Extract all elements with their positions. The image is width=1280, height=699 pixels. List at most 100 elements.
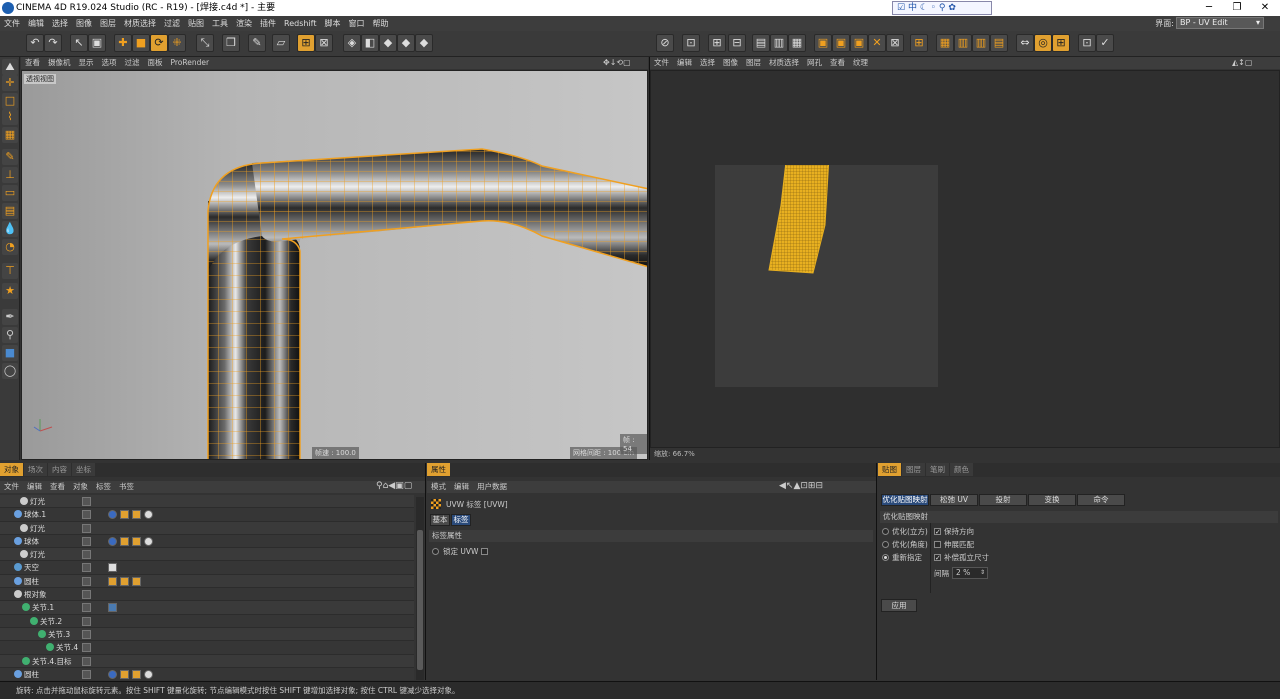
object-name[interactable]: 球体.1 bbox=[24, 508, 46, 521]
cube2-icon-button[interactable]: ◆ bbox=[397, 34, 415, 52]
undo-button[interactable]: ↶ bbox=[26, 34, 44, 52]
object-name[interactable]: 天空 bbox=[24, 561, 39, 574]
perspective-viewport[interactable]: 透视视图 帧速 : 100.0 网格间距 : 100 cm 帧 : 54 bbox=[21, 70, 648, 460]
menu-item[interactable]: 材质选择 bbox=[120, 16, 160, 31]
model-mode-button[interactable]: ▱ bbox=[272, 34, 290, 52]
objects-menu-item[interactable]: 对象 bbox=[69, 481, 92, 493]
tag-icon[interactable] bbox=[132, 669, 141, 679]
uv-tool-4-button[interactable]: ⊟ bbox=[728, 34, 746, 52]
attributes-tab[interactable]: 属性 bbox=[427, 463, 450, 476]
object-name[interactable]: 关节.3 bbox=[48, 628, 70, 641]
viewport-nav-icon[interactable]: ✥↓⟲▢ bbox=[603, 58, 631, 67]
object-name[interactable]: 灯光 bbox=[30, 548, 45, 561]
visibility-toggle[interactable] bbox=[82, 536, 91, 546]
objects-scrollbar[interactable] bbox=[416, 497, 424, 680]
tag-icon[interactable] bbox=[144, 510, 153, 520]
list-item[interactable]: 圆柱 bbox=[0, 574, 414, 589]
stretch-fit-checkbox[interactable] bbox=[934, 541, 941, 548]
visibility-toggle[interactable] bbox=[82, 510, 91, 520]
optimal-mapping-tab[interactable]: 优化贴图映射 bbox=[881, 494, 929, 506]
uv-menu-item[interactable]: 选择 bbox=[696, 57, 719, 69]
list-item[interactable]: 关节.4 bbox=[0, 641, 414, 655]
render-region-button[interactable]: ⤡ bbox=[196, 34, 214, 52]
objects-menu-item[interactable]: 文件 bbox=[0, 481, 23, 493]
spacing-value[interactable]: 2 % bbox=[956, 568, 970, 577]
minimize-button[interactable]: ─ bbox=[1195, 0, 1223, 16]
tag-icon[interactable] bbox=[132, 536, 141, 546]
realign-radio[interactable] bbox=[882, 554, 889, 561]
objects-menu-item[interactable]: 查看 bbox=[46, 481, 69, 493]
tag-icon[interactable] bbox=[120, 669, 129, 679]
list-item[interactable]: 灯光 bbox=[0, 548, 414, 562]
viewport-menu-item[interactable]: 显示 bbox=[75, 57, 98, 69]
list-item[interactable]: 天空 bbox=[0, 561, 414, 575]
cube-icon-button[interactable]: ◆ bbox=[379, 34, 397, 52]
tag-icon[interactable] bbox=[108, 510, 117, 520]
uv-tools-tab[interactable]: 颜色 bbox=[950, 463, 973, 476]
tag-icon[interactable] bbox=[108, 536, 117, 546]
rect-icon[interactable]: □ bbox=[2, 93, 18, 109]
close-button[interactable]: ✕ bbox=[1251, 0, 1279, 16]
eraser-icon[interactable]: ▭ bbox=[2, 185, 18, 201]
uv-tools-tab[interactable]: 笔刷 bbox=[926, 463, 949, 476]
viewport-menu-item[interactable]: ProRender bbox=[167, 57, 214, 69]
uv-menu-item[interactable]: 图像 bbox=[719, 57, 742, 69]
viewport-menu-item[interactable]: 查看 bbox=[21, 57, 44, 69]
uv-tool-16-button[interactable]: ▥ bbox=[972, 34, 990, 52]
uv-points-button[interactable]: ◈ bbox=[343, 34, 361, 52]
menu-item[interactable]: Redshift bbox=[280, 16, 320, 31]
list-item[interactable]: 关节.1 bbox=[0, 601, 414, 615]
viewport-menu-item[interactable]: 选项 bbox=[98, 57, 121, 69]
visibility-toggle[interactable] bbox=[82, 643, 91, 653]
eyedropper-icon[interactable]: ✒ bbox=[2, 309, 18, 325]
uv-editor-view[interactable] bbox=[650, 70, 1280, 448]
menu-item[interactable]: 工具 bbox=[208, 16, 232, 31]
visibility-toggle[interactable] bbox=[82, 616, 91, 626]
uv-tool-15-button[interactable]: ▥ bbox=[954, 34, 972, 52]
objects-menu-item[interactable]: 书签 bbox=[115, 481, 138, 493]
viewport-menu-item[interactable]: 过滤 bbox=[121, 57, 144, 69]
equalize-islands-checkbox[interactable]: ✓ bbox=[934, 554, 941, 562]
uv-tool-20-button[interactable]: ⊞ bbox=[1052, 34, 1070, 52]
line-icon[interactable]: ⊤ bbox=[2, 263, 18, 279]
menu-item[interactable]: 图层 bbox=[96, 16, 120, 31]
visibility-toggle[interactable] bbox=[82, 497, 91, 506]
lock-uvw-checkbox[interactable] bbox=[481, 548, 488, 555]
uv-nav-icon[interactable]: ◭↕▢ bbox=[1232, 58, 1252, 67]
ime-toolbar[interactable]: ☑ 中 ☾ ◦ ⚲ ✿ bbox=[892, 1, 992, 15]
magnet-icon[interactable]: ⚲ bbox=[2, 327, 18, 343]
object-name[interactable]: 关节.1 bbox=[32, 601, 54, 614]
menu-item[interactable]: 贴图 bbox=[184, 16, 208, 31]
object-name[interactable]: 圆柱 bbox=[24, 575, 39, 588]
layout-select[interactable]: BP - UV Edit ▾ bbox=[1176, 17, 1264, 29]
uv-menu-item[interactable]: 纹理 bbox=[849, 57, 872, 69]
visibility-toggle[interactable] bbox=[82, 590, 91, 600]
uv-tool-11-button[interactable]: ✕ bbox=[868, 34, 886, 52]
menu-item[interactable]: 插件 bbox=[256, 16, 280, 31]
uv-tool-9-button[interactable]: ▣ bbox=[832, 34, 850, 52]
object-name[interactable]: 灯光 bbox=[30, 495, 45, 508]
visibility-toggle[interactable] bbox=[82, 523, 91, 533]
uv-tools-tab[interactable]: 贴图 bbox=[878, 463, 901, 476]
uv-tool-10-button[interactable]: ▣ bbox=[850, 34, 868, 52]
render-view-button[interactable]: ❒ bbox=[222, 34, 240, 52]
list-item[interactable]: 球体.1 bbox=[0, 508, 414, 522]
menu-item[interactable]: 选择 bbox=[48, 16, 72, 31]
uv-menu-item[interactable]: 文件 bbox=[650, 57, 673, 69]
scroll-thumb[interactable] bbox=[417, 530, 423, 670]
move-icon[interactable]: ✛ bbox=[2, 75, 18, 91]
objects-search-icon[interactable]: ⚲⌂◀▣▢ bbox=[376, 481, 412, 491]
list-item[interactable]: 根对象 bbox=[0, 588, 414, 602]
fill-icon[interactable]: ▤ bbox=[2, 203, 18, 219]
uv-tool-22-button[interactable]: ✓ bbox=[1096, 34, 1114, 52]
uv-island[interactable] bbox=[715, 165, 938, 387]
tag-icon[interactable] bbox=[108, 576, 117, 586]
drop-icon[interactable]: 💧 bbox=[2, 221, 18, 237]
visibility-toggle[interactable] bbox=[82, 669, 91, 679]
relax-uv-tab[interactable]: 松弛 UV bbox=[930, 494, 978, 506]
optimal-angle-radio[interactable] bbox=[882, 541, 889, 548]
uv-tool-13-button[interactable]: ⊞ bbox=[910, 34, 928, 52]
list-item[interactable]: 灯光 bbox=[0, 521, 414, 535]
uv-polygons-button[interactable]: ◧ bbox=[361, 34, 379, 52]
live-select-button[interactable]: ↖ bbox=[70, 34, 88, 52]
